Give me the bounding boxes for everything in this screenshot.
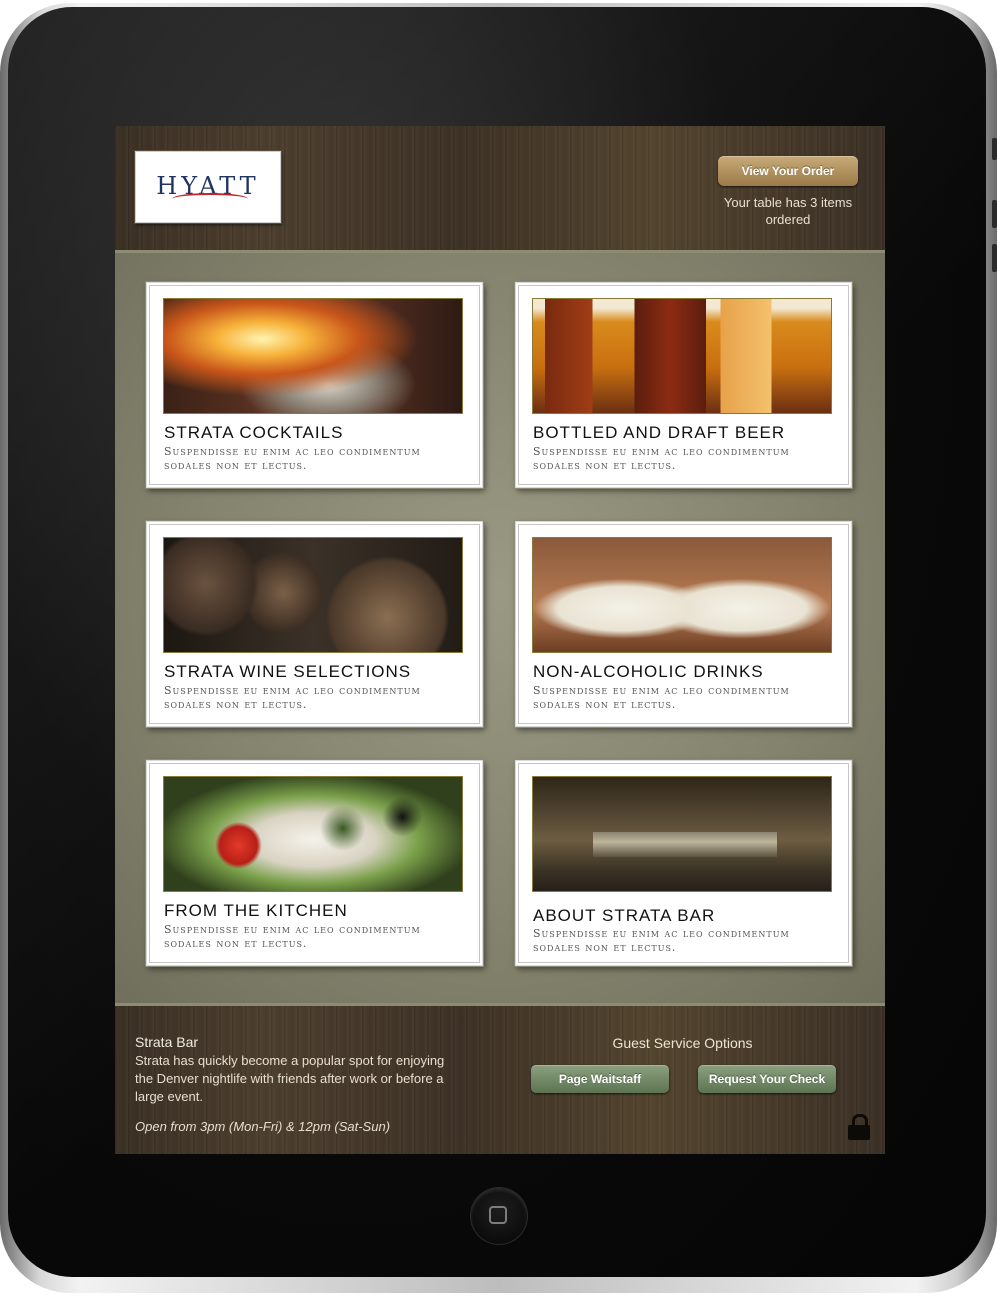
mute-switch[interactable] [992, 138, 997, 160]
card-title: STRATA COCKTAILS [164, 423, 344, 442]
card-title: FROM THE KITCHEN [164, 901, 348, 920]
card-description: Suspendisse eu enim ac leo condimentum s… [164, 684, 421, 711]
page-waitstaff-button[interactable]: Page Waitstaff [531, 1065, 669, 1093]
card-description: Suspendisse eu enim ac leo condimentum s… [164, 445, 421, 472]
menu-card-beer[interactable]: BOTTLED AND DRAFT BEER Suspendisse eu en… [515, 282, 852, 488]
menu-card-cocktails[interactable]: STRATA COCKTAILS Suspendisse eu enim ac … [146, 282, 483, 488]
header-bar: HYATT View Your Order Your table has 3 i… [115, 126, 885, 253]
home-button[interactable] [471, 1188, 527, 1244]
card-description: Suspendisse eu enim ac leo condimentum s… [533, 684, 790, 711]
lock-icon[interactable] [848, 1114, 870, 1140]
view-order-button[interactable]: View Your Order [718, 156, 858, 186]
bar-interior-image [532, 776, 832, 892]
card-title: BOTTLED AND DRAFT BEER [533, 423, 786, 442]
venue-description: Strata has quickly become a popular spot… [135, 1053, 445, 1104]
order-status-text: Your table has 3 items ordered [723, 195, 853, 227]
menu-card-kitchen[interactable]: FROM THE KITCHEN Suspendisse eu enim ac … [146, 760, 483, 966]
cocktails-image [163, 298, 463, 414]
wine-barrels-image [163, 537, 463, 653]
volume-down-button[interactable] [992, 244, 997, 272]
guest-service-title: Guest Service Options [612, 1035, 753, 1051]
venue-name: Strata Bar [135, 1034, 199, 1050]
non-alcoholic-drinks-image [532, 537, 832, 653]
card-title: STRATA WINE SELECTIONS [164, 662, 412, 681]
menu-grid: STRATA COCKTAILS Suspendisse eu enim ac … [115, 253, 885, 1003]
menu-card-wine[interactable]: STRATA WINE SELECTIONS Suspendisse eu en… [146, 521, 483, 727]
footer-bar: Strata Bar Strata has quickly become a p… [115, 1003, 885, 1154]
salad-image [163, 776, 463, 892]
card-title: ABOUT STRATA BAR [533, 906, 716, 925]
menu-card-about[interactable]: ABOUT STRATA BAR Suspendisse eu enim ac … [515, 760, 852, 966]
card-description: Suspendisse eu enim ac leo condimentum s… [533, 445, 790, 472]
card-description: Suspendisse eu enim ac leo condimentum s… [164, 923, 421, 950]
card-description: Suspendisse eu enim ac leo condimentum s… [533, 927, 790, 954]
menu-card-non-alcoholic[interactable]: NON-ALCOHOLIC DRINKS Suspendisse eu enim… [515, 521, 852, 727]
hyatt-logo: HYATT [135, 151, 281, 223]
request-check-button[interactable]: Request Your Check [698, 1065, 836, 1093]
card-title: NON-ALCOHOLIC DRINKS [533, 662, 764, 681]
home-button-icon [489, 1206, 507, 1224]
beer-image [532, 298, 832, 414]
volume-up-button[interactable] [992, 200, 997, 228]
app-screen: HYATT View Your Order Your table has 3 i… [115, 126, 885, 1154]
logo-swoosh [172, 193, 248, 205]
venue-hours: Open from 3pm (Mon-Fri) & 12pm (Sat-Sun) [135, 1119, 391, 1134]
